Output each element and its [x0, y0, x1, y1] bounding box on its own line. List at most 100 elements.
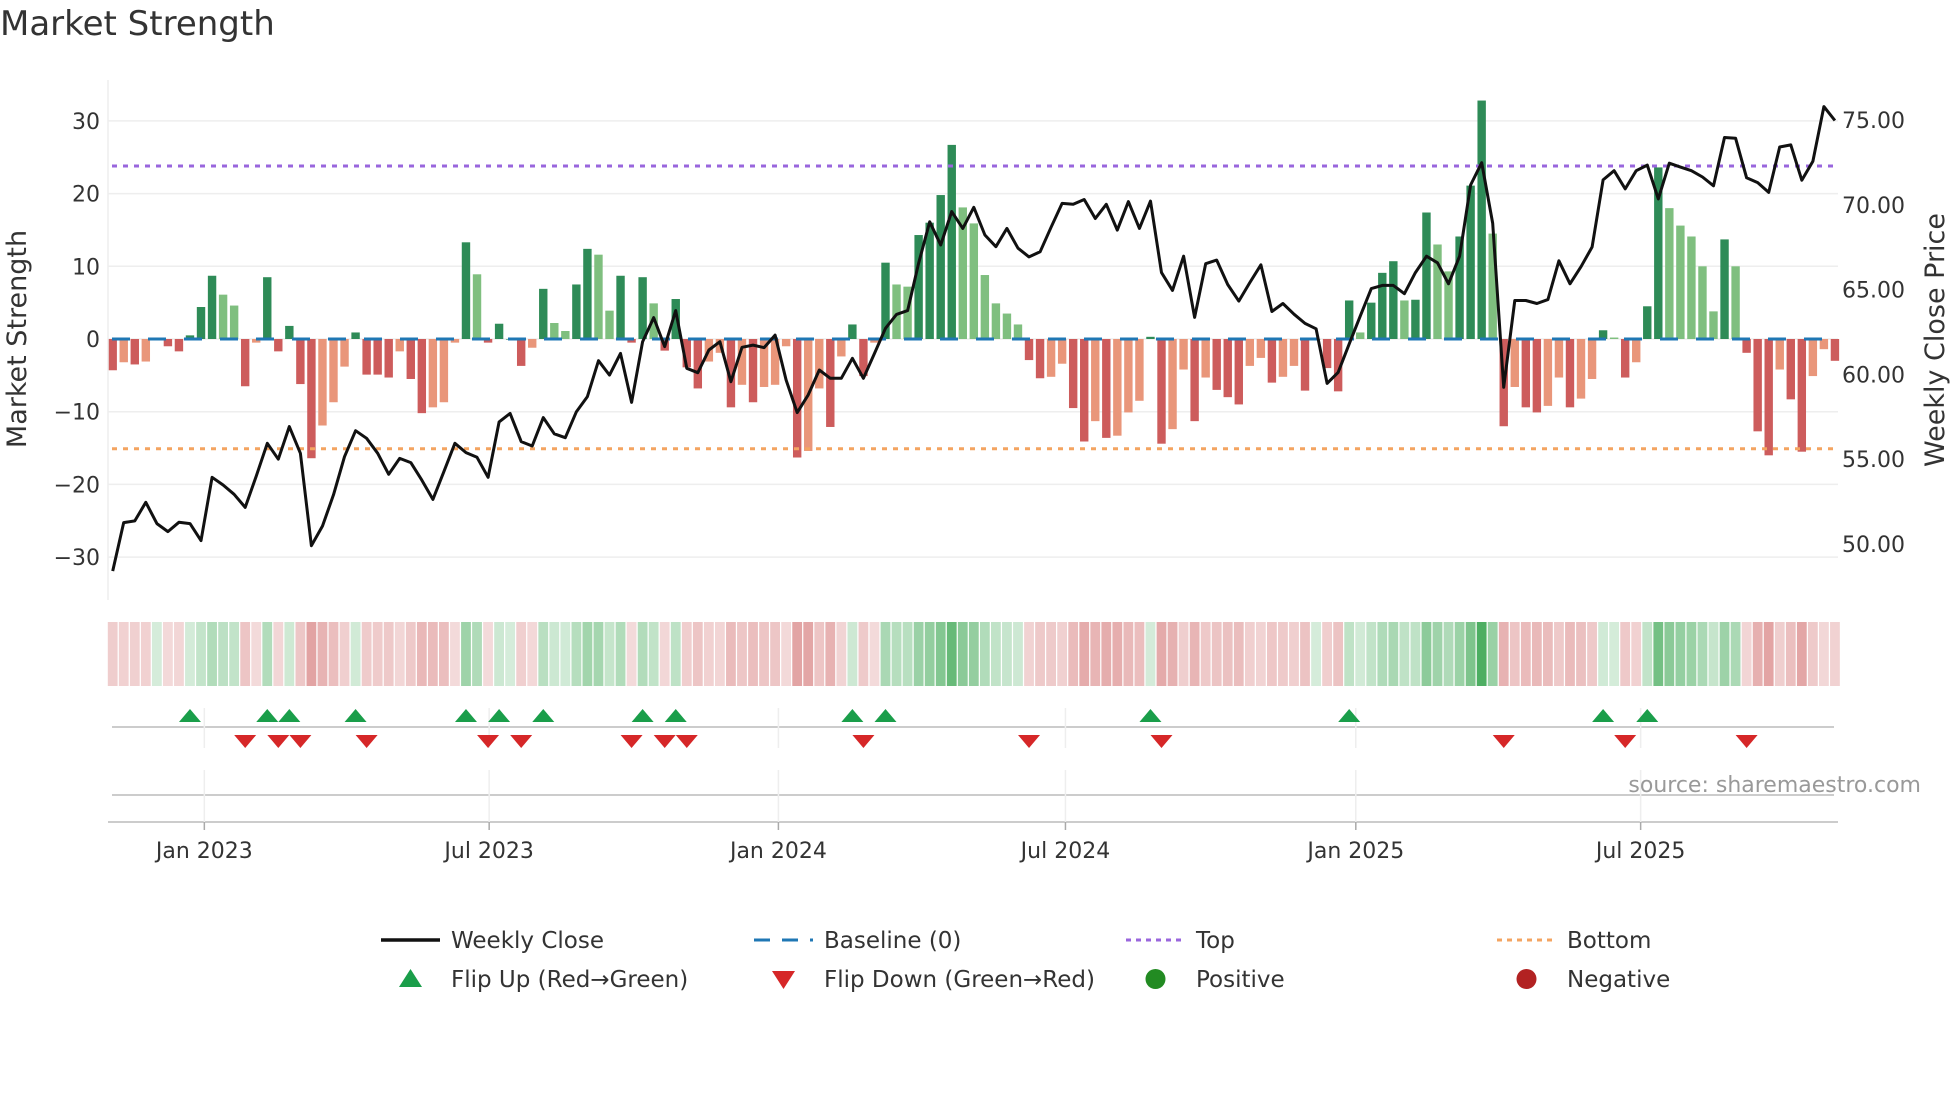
triangle-down-icon	[772, 971, 795, 989]
flip-down-marker	[1492, 735, 1515, 748]
heatmap-cell	[461, 622, 471, 686]
strength-bar	[1819, 339, 1829, 350]
strength-bar	[1587, 339, 1597, 379]
strength-bar	[991, 303, 1001, 339]
heatmap-cell	[494, 622, 504, 686]
strength-bar	[1102, 339, 1111, 438]
flip-up-marker	[631, 709, 654, 722]
strength-bar	[1775, 339, 1784, 370]
heatmap-cell	[1189, 622, 1200, 686]
heatmap-cell	[317, 622, 328, 686]
heatmap-cell	[935, 622, 946, 686]
y2-tick-label: 60.00	[1842, 363, 1905, 388]
circle-icon	[1145, 969, 1166, 989]
strength-bar	[539, 288, 548, 339]
heatmap-cell	[1366, 622, 1377, 686]
strength-bar	[141, 339, 151, 362]
heatmap-cell	[847, 622, 858, 686]
strength-bar	[472, 274, 482, 339]
heatmap-cell	[1476, 622, 1487, 686]
heatmap-cell	[140, 622, 151, 686]
legend-item: Flip Down (Green→Red)	[772, 967, 1095, 993]
heatmap-cell	[1509, 622, 1520, 686]
flip-down-marker	[289, 735, 312, 748]
heatmap-cell	[427, 622, 438, 686]
strength-bar	[439, 339, 449, 403]
legend-item: Top	[1126, 928, 1235, 954]
heatmap-cell	[869, 622, 880, 686]
heatmap-cell	[1796, 622, 1807, 686]
y2-tick-label: 75.00	[1842, 109, 1905, 134]
strength-bar	[815, 339, 824, 389]
strength-bar	[583, 248, 592, 339]
heatmap-cell	[1178, 622, 1189, 686]
heatmap-cell	[571, 622, 582, 686]
heatmap-cell	[637, 622, 648, 686]
heatmap-cell	[439, 622, 449, 686]
strength-bar	[792, 339, 802, 458]
heatmap-cell	[770, 622, 780, 686]
heatmap-cell	[1289, 622, 1299, 686]
strength-bar	[605, 310, 614, 339]
flip-up-marker	[1636, 709, 1659, 722]
strength-bar	[218, 294, 228, 339]
strength-bar	[1422, 212, 1431, 339]
strength-bar	[1632, 339, 1641, 363]
strength-bar	[1433, 244, 1442, 339]
strength-bar	[1367, 302, 1376, 339]
strength-bar	[1024, 339, 1034, 361]
strength-bar	[1565, 339, 1575, 408]
strength-bar	[1157, 339, 1166, 444]
flip-down-marker	[1018, 735, 1041, 748]
strength-bar	[1786, 339, 1795, 400]
strength-bar	[196, 307, 206, 339]
heatmap-cell	[1267, 622, 1277, 686]
strength-bar	[561, 331, 570, 339]
heatmap-cell	[129, 622, 140, 686]
legend-label: Flip Down (Green→Red)	[824, 967, 1095, 993]
strength-bar	[384, 339, 393, 378]
heatmap-cell	[692, 622, 703, 686]
heatmap-cell	[505, 622, 516, 686]
legend-item: Flip Up (Red→Green)	[399, 967, 688, 993]
strength-bar	[1808, 339, 1818, 377]
flip-up-marker	[841, 709, 864, 722]
heatmap-cell	[549, 622, 560, 686]
date-axis: Jan 2023 Jul 2023 Jan 2024 Jul 2024 Jan 2025…	[108, 770, 1838, 864]
strength-bar	[1124, 339, 1133, 413]
flip-down-marker	[852, 735, 875, 748]
flip-down-marker	[1150, 735, 1173, 748]
y-axis-title: Market Strength	[2, 230, 33, 448]
heatmap-cell	[372, 622, 383, 686]
y-tick-label: 10	[72, 255, 100, 280]
heatmap-cell	[604, 622, 615, 686]
y2-axis-title: Weekly Close Price	[1920, 213, 1951, 467]
strength-bar	[969, 223, 979, 339]
strength-bar	[1742, 339, 1751, 353]
y-tick-label: −10	[54, 401, 100, 426]
heatmap-cell	[1609, 622, 1620, 686]
heatmap-cell	[218, 622, 228, 686]
heatmap-cell	[350, 622, 361, 686]
heatmap-cell	[1233, 622, 1244, 686]
heatmap-cell	[670, 622, 681, 686]
strength-bar	[1576, 339, 1586, 399]
strength-bar	[925, 222, 934, 339]
strength-bar	[108, 339, 117, 371]
y2-tick-label: 70.00	[1842, 194, 1905, 219]
flip-up-marker	[488, 709, 511, 722]
legend-item: Bottom	[1497, 928, 1651, 954]
heatmap-cell	[648, 622, 659, 686]
strength-bar	[1687, 236, 1696, 339]
heatmap-cell	[1046, 622, 1056, 686]
strength-bar	[1068, 339, 1078, 409]
heatmap-cell	[1222, 622, 1233, 686]
strength-bar	[1179, 339, 1188, 370]
heatmap-cell	[1719, 622, 1730, 686]
strength-bar	[362, 339, 371, 375]
flip-down-marker	[653, 735, 676, 748]
heatmap-cell	[527, 622, 538, 686]
heatmap-cell	[1200, 622, 1211, 686]
strength-bar	[947, 144, 956, 339]
strength-bar	[1665, 208, 1674, 339]
